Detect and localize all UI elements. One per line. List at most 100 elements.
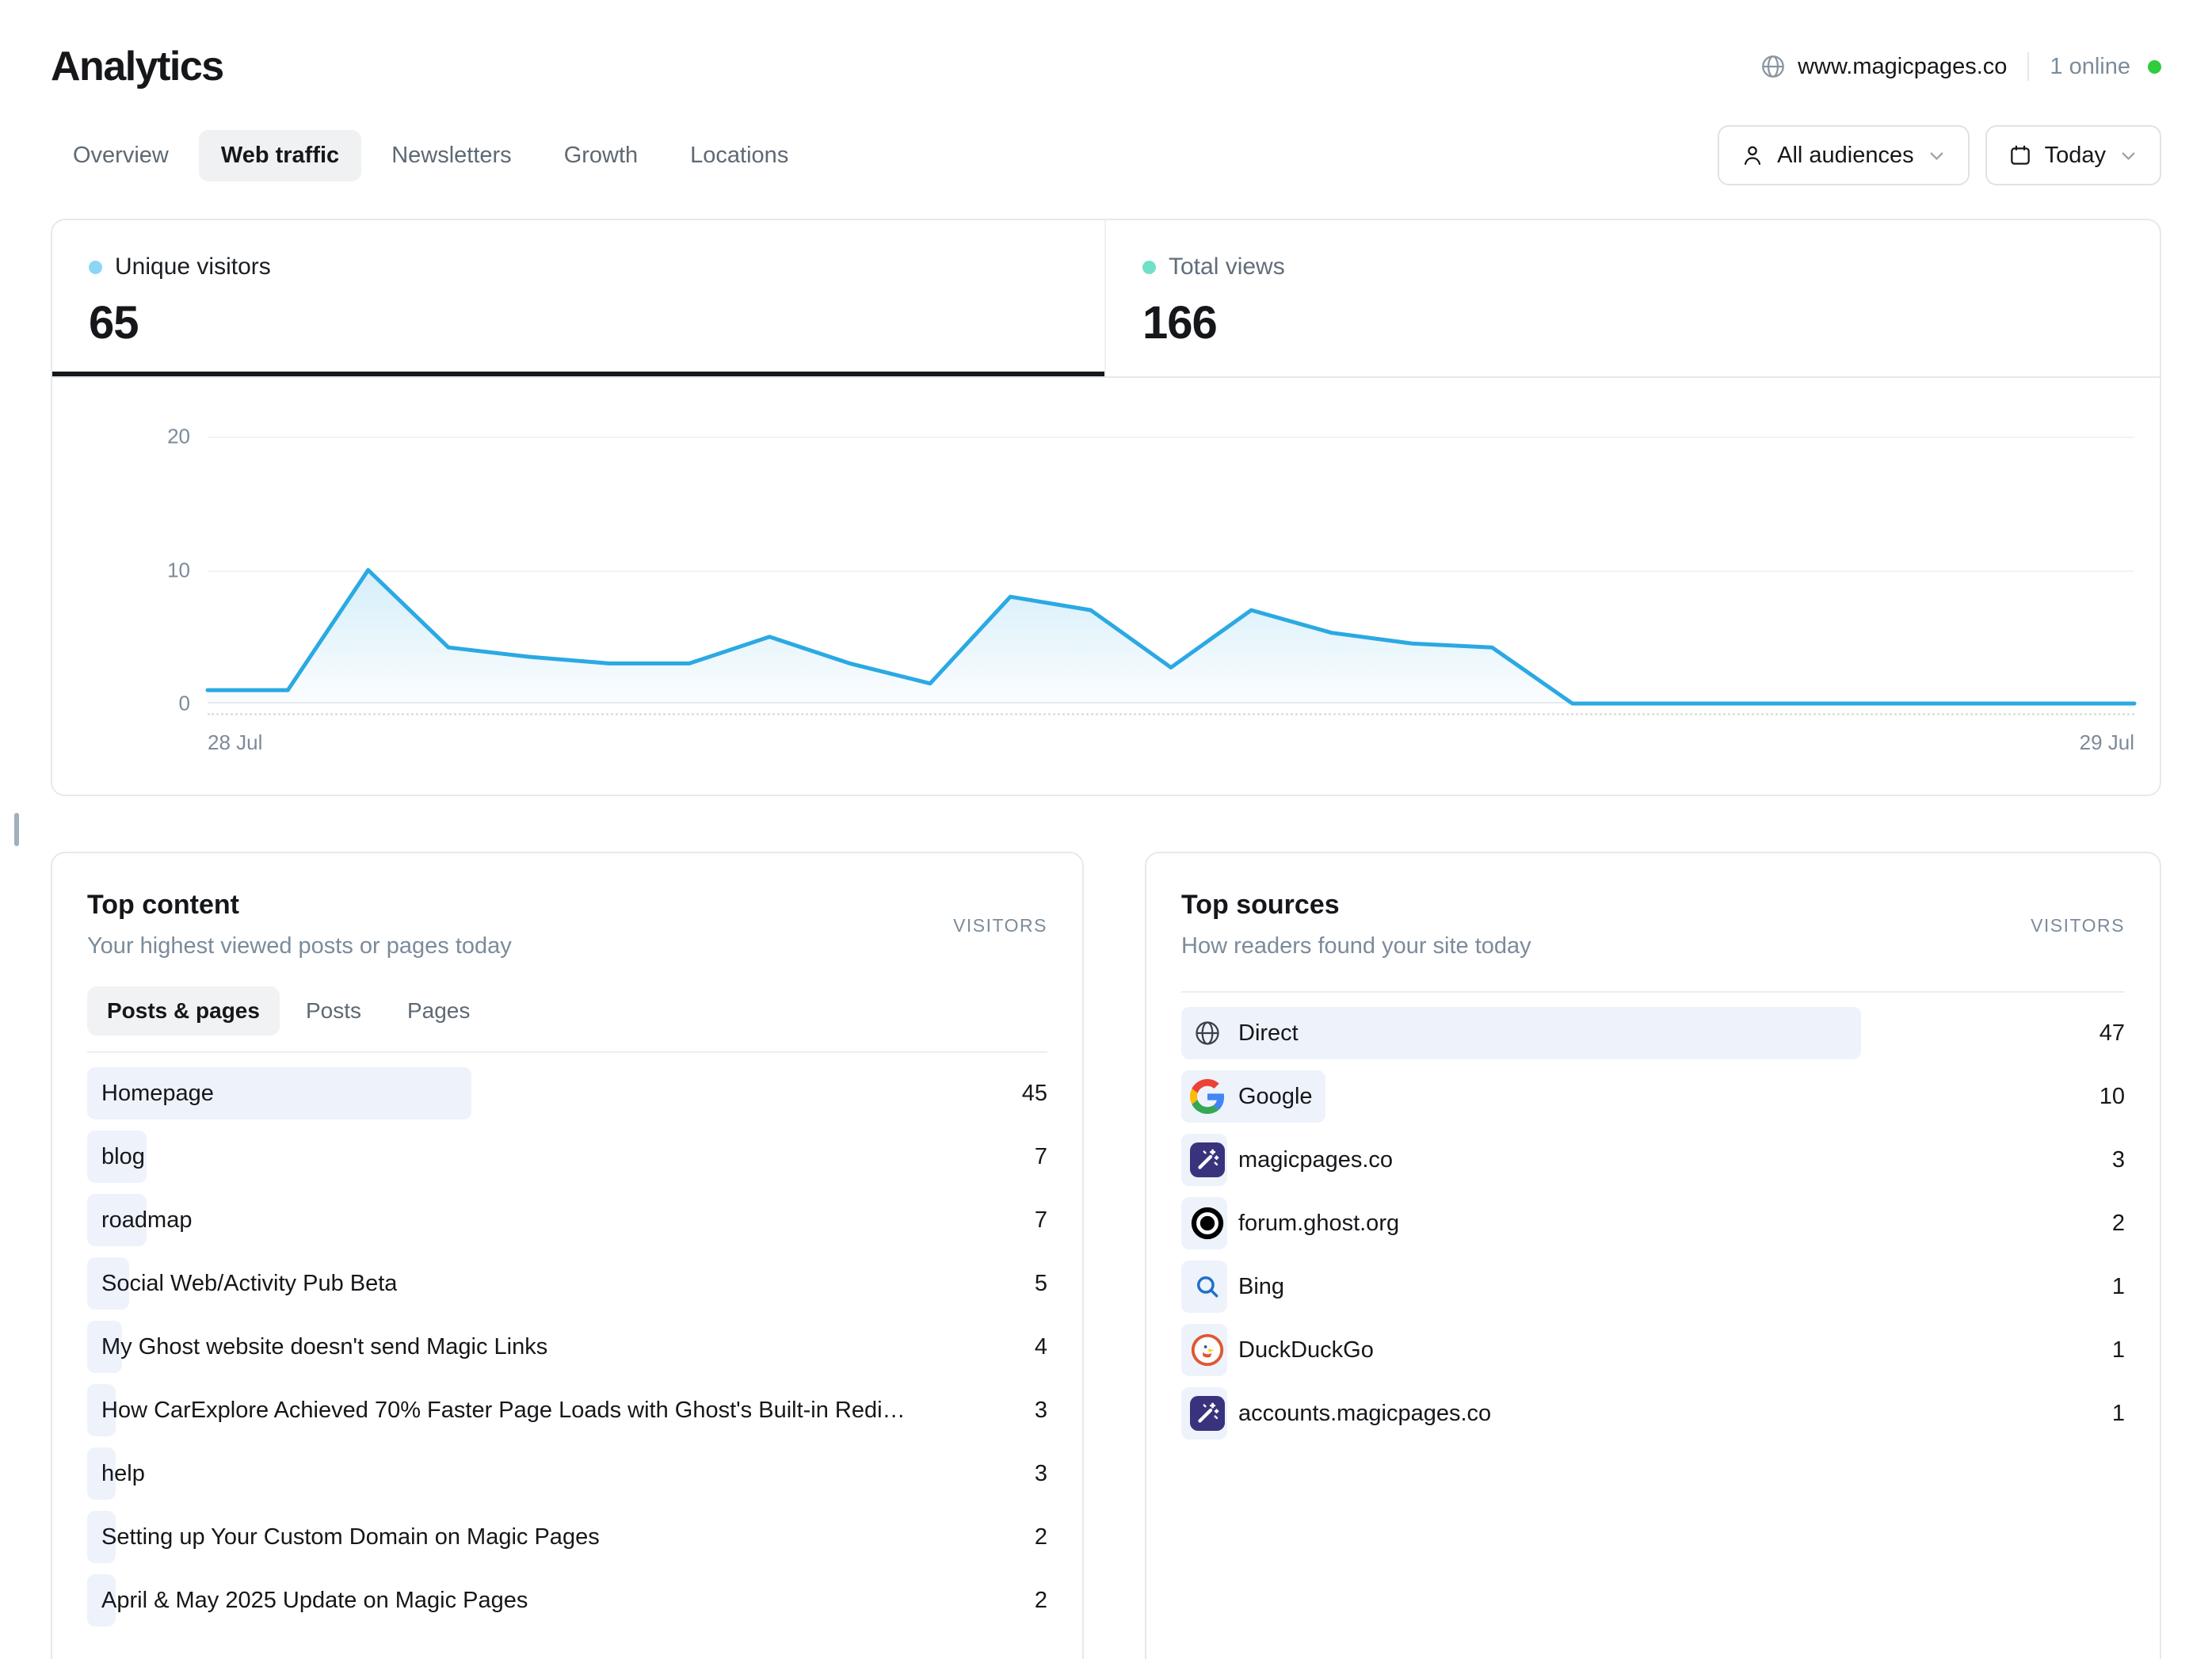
analytics-page: Analytics www.magicpages.co 1 online Ove… (0, 0, 2212, 1659)
row-label: Setting up Your Custom Domain on Magic P… (87, 1524, 600, 1550)
tab-newsletters[interactable]: Newsletters (369, 130, 534, 181)
google-icon (1190, 1079, 1225, 1114)
source-row[interactable]: magicpages.co 3 (1181, 1134, 2125, 1186)
audience-filter-label: All audiences (1777, 143, 1914, 169)
row-visitors: 47 (2084, 1020, 2125, 1047)
tab-web-traffic[interactable]: Web traffic (199, 130, 361, 181)
source-row[interactable]: accounts.magicpages.co 1 (1181, 1387, 2125, 1440)
row-visitors: 1 (2096, 1337, 2125, 1363)
source-row[interactable]: Google 10 (1181, 1070, 2125, 1123)
row-visitors: 45 (1006, 1081, 1047, 1107)
page-title: Analytics (51, 43, 223, 90)
nav-tabs: OverviewWeb trafficNewslettersGrowthLoca… (51, 130, 810, 181)
top-sources-list: Direct47 Google 10 magicpages.co 3 forum.ghos… (1181, 1007, 2125, 1440)
total-views-value: 166 (1142, 296, 2123, 349)
row-visitors: 10 (2084, 1084, 2125, 1110)
online-status-dot (2148, 60, 2161, 74)
top-content-title: Top content (87, 890, 1047, 921)
site-domain-link[interactable]: www.magicpages.co (1798, 54, 2007, 80)
row-visitors: 3 (1019, 1398, 1047, 1424)
visitors-column-header: VISITORS (953, 915, 1047, 936)
tab-growth[interactable]: Growth (542, 130, 660, 181)
row-label: Google (1225, 1084, 1313, 1110)
content-row[interactable]: How CarExplore Achieved 70% Faster Page … (87, 1384, 1047, 1436)
row-visitors: 3 (2096, 1147, 2125, 1173)
row-label: Social Web/Activity Pub Beta (87, 1271, 397, 1297)
nav-row: OverviewWeb trafficNewslettersGrowthLoca… (51, 125, 2161, 185)
content-tab-posts[interactable]: Posts (286, 986, 381, 1035)
traffic-line-chart: 20 10 0 (208, 437, 2134, 704)
row-visitors: 1 (2096, 1401, 2125, 1427)
row-visitors: 4 (1019, 1334, 1047, 1360)
source-row[interactable]: forum.ghost.org 2 (1181, 1197, 2125, 1249)
row-label: April & May 2025 Update on Magic Pages (87, 1588, 528, 1614)
row-label: How CarExplore Achieved 70% Faster Page … (87, 1398, 913, 1424)
row-label: roadmap (87, 1207, 192, 1234)
content-row[interactable]: Social Web/Activity Pub Beta 5 (87, 1257, 1047, 1310)
bing-icon (1190, 1269, 1225, 1304)
content-row[interactable]: roadmap 7 (87, 1194, 1047, 1246)
row-label: help (87, 1461, 145, 1487)
tab-locations[interactable]: Locations (668, 130, 810, 181)
calendar-icon (2008, 143, 2033, 168)
tab-overview[interactable]: Overview (51, 130, 191, 181)
content-row[interactable]: blog7 (87, 1131, 1047, 1183)
top-content-card: Top content Your highest viewed posts or… (51, 852, 1084, 1659)
divider (1181, 991, 2125, 993)
visitors-column-header: VISITORS (2031, 915, 2125, 936)
row-label: My Ghost website doesn't send Magic Link… (87, 1334, 547, 1360)
x-label-end: 29 Jul (2080, 730, 2134, 755)
source-row[interactable]: DuckDuckGo1 (1181, 1324, 2125, 1376)
content-type-tabs: Posts & pagesPostsPages (87, 986, 1047, 1035)
person-icon (1740, 143, 1765, 168)
site-status: www.magicpages.co 1 online (1760, 52, 2161, 81)
source-row[interactable]: Direct47 (1181, 1007, 2125, 1059)
row-label: forum.ghost.org (1225, 1211, 1399, 1237)
top-sources-title: Top sources (1181, 890, 2125, 921)
date-range-button[interactable]: Today (1985, 125, 2161, 185)
filters: All audiences Today (1718, 125, 2161, 185)
row-visitors: 7 (1019, 1207, 1047, 1234)
y-tick-20: 20 (167, 425, 190, 449)
row-label: magicpages.co (1225, 1147, 1393, 1173)
row-label: Homepage (87, 1081, 214, 1107)
unique-visitors-label: Unique visitors (115, 254, 271, 280)
top-sources-card: Top sources How readers found your site … (1145, 852, 2161, 1659)
globe-icon (1190, 1016, 1225, 1051)
duckduckgo-icon (1190, 1333, 1225, 1367)
magicpages-icon (1190, 1142, 1225, 1177)
content-row[interactable]: Setting up Your Custom Domain on Magic P… (87, 1511, 1047, 1563)
date-range-label: Today (2045, 143, 2106, 169)
row-label: blog (87, 1144, 145, 1170)
text-cursor-artifact (14, 813, 19, 846)
chevron-down-icon (2118, 145, 2139, 166)
divider (2027, 52, 2029, 81)
row-visitors: 5 (1019, 1271, 1047, 1297)
visitors-area-series (208, 437, 2134, 704)
row-label: Bing (1225, 1274, 1284, 1300)
x-axis-ticks (208, 713, 2134, 715)
content-row[interactable]: Homepage 45 (87, 1067, 1047, 1119)
y-tick-10: 10 (167, 558, 190, 582)
row-visitors: 2 (1019, 1588, 1047, 1614)
content-row[interactable]: April & May 2025 Update on Magic Pages 2 (87, 1574, 1047, 1627)
x-axis-labels: 28 Jul 29 Jul (208, 730, 2134, 755)
top-content-list: Homepage45blog7roadmap7Social Web/Activi… (87, 1067, 1047, 1627)
row-visitors: 1 (2096, 1274, 2125, 1300)
traffic-chart-card: Unique visitors 65 Total views 166 20 10 (51, 219, 2161, 796)
source-row[interactable]: Bing 1 (1181, 1260, 2125, 1313)
top-content-subtitle: Your highest viewed posts or pages today (87, 933, 1047, 959)
stat-unique-visitors[interactable]: Unique visitors 65 (52, 220, 1106, 376)
content-tab-pages[interactable]: Pages (387, 986, 490, 1035)
content-row[interactable]: help3 (87, 1447, 1047, 1500)
row-visitors: 2 (2096, 1211, 2125, 1237)
content-row[interactable]: My Ghost website doesn't send Magic Link… (87, 1321, 1047, 1373)
chevron-down-icon (1926, 145, 1947, 166)
divider (87, 1051, 1047, 1053)
stat-total-views[interactable]: Total views 166 (1106, 220, 2160, 376)
x-label-start: 28 Jul (208, 730, 262, 755)
magicpages-icon (1190, 1396, 1225, 1431)
audience-filter-button[interactable]: All audiences (1718, 125, 1970, 185)
content-tab-posts-pages[interactable]: Posts & pages (87, 986, 280, 1035)
row-label: accounts.magicpages.co (1225, 1401, 1491, 1427)
